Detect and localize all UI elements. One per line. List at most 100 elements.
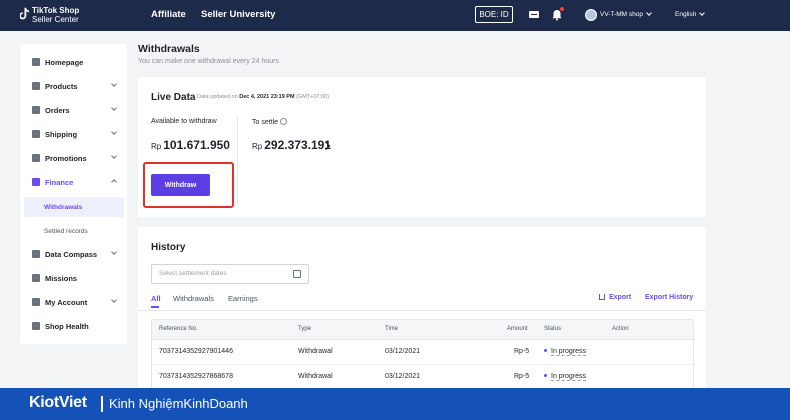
- tiktok-shop-logo[interactable]: TikTok Shop Seller Center: [20, 6, 79, 24]
- live-data-title: Live Data: [151, 92, 196, 103]
- tab-all[interactable]: All: [151, 294, 161, 303]
- available-to-withdraw-label: Available to withdraw: [151, 118, 217, 125]
- megaphone-icon: [32, 154, 40, 162]
- chevron-up-icon: [111, 179, 117, 185]
- sidebar-item-label: Missions: [45, 273, 78, 283]
- sidebar-subitem-settled-records[interactable]: Settled records: [24, 221, 124, 241]
- column-header-status: Status: [544, 326, 562, 332]
- available-amount-value: 101.671.950: [163, 138, 230, 152]
- sidebar-item-homepage[interactable]: Homepage: [20, 51, 127, 73]
- sidebar-item-label: My Account: [45, 297, 88, 307]
- avatar[interactable]: [585, 9, 597, 21]
- chevron-down-icon: [111, 81, 117, 87]
- status-dot: [544, 349, 547, 352]
- language-dropdown[interactable]: English: [675, 10, 706, 18]
- to-settle-label: To settle: [252, 118, 288, 126]
- sidebar-item-promotions[interactable]: Promotions: [20, 147, 127, 169]
- logo-subtitle: Seller Center: [32, 15, 79, 24]
- date-placeholder: Select settlement dates: [159, 270, 227, 277]
- cell-amount: Rp-5: [514, 348, 530, 355]
- sidebar-item-finance[interactable]: Finance: [20, 171, 127, 193]
- products-icon: [32, 82, 40, 90]
- updated-date: Dec 4, 2021 23:19 PM: [239, 94, 295, 100]
- orders-icon: [32, 106, 40, 114]
- page-subtitle: You can make one withdrawal every 24 hou…: [138, 58, 279, 65]
- cell-reference: 7037314352927868678: [159, 373, 233, 380]
- language-label: English: [675, 11, 697, 18]
- tiktok-icon: [20, 7, 29, 20]
- nav-seller-university[interactable]: Seller University: [201, 9, 275, 20]
- currency-label: Rp: [151, 142, 162, 151]
- sidebar-item-label: Shipping: [45, 129, 78, 139]
- sidebar-item-missions[interactable]: Missions: [20, 267, 127, 289]
- to-settle-text: To settle: [252, 119, 279, 126]
- chevron-down-icon: [111, 297, 117, 303]
- sidebar-item-shipping[interactable]: Shipping: [20, 123, 127, 145]
- cell-time: 03/12/2021: [385, 348, 421, 355]
- export-icon: [599, 294, 605, 300]
- chat-icon[interactable]: [528, 9, 540, 21]
- export-history-link[interactable]: Export History: [645, 294, 693, 301]
- info-icon[interactable]: [280, 118, 288, 125]
- cell-time: 03/12/2021: [385, 373, 421, 380]
- sidebar-item-label: Shop Health: [45, 321, 89, 331]
- column-header-reference: Reference No.: [159, 326, 198, 332]
- sidebar-item-my-account[interactable]: My Account: [20, 291, 127, 313]
- settlement-date-picker[interactable]: Select settlement dates: [151, 264, 309, 284]
- column-header-amount: Amount: [507, 326, 528, 332]
- tab-withdrawals[interactable]: Withdrawals: [173, 294, 214, 303]
- sidebar: Homepage Products Orders Shipping Promot…: [20, 44, 127, 344]
- chevron-down-icon: [699, 10, 706, 16]
- sidebar-item-label: Promotions: [45, 153, 87, 163]
- updated-timezone: (GMT+07:00): [296, 94, 329, 100]
- export-label: Export: [609, 294, 632, 301]
- watermark-brand: KiotViet: [29, 394, 87, 411]
- export-button[interactable]: Export: [599, 294, 631, 301]
- sidebar-item-products[interactable]: Products: [20, 75, 127, 97]
- chart-icon: [32, 250, 40, 258]
- cell-amount: Rp-5: [514, 373, 530, 380]
- table-header: Reference No. Type Time Amount Status Ac…: [152, 320, 693, 340]
- status-label: In progress: [551, 373, 587, 381]
- shield-icon: [32, 322, 40, 330]
- column-header-time: Time: [385, 326, 399, 332]
- shop-name: VV-T-MM shop: [600, 11, 643, 18]
- cell-type: Withdrawal: [298, 373, 333, 380]
- chevron-down-icon: [111, 153, 117, 159]
- column-header-action: Action: [612, 326, 629, 332]
- sidebar-item-label: Finance: [45, 177, 74, 187]
- cell-type: Withdrawal: [298, 348, 333, 355]
- sidebar-item-shop-health[interactable]: Shop Health: [20, 315, 127, 337]
- available-amount: Rp 101.671.950: [151, 138, 230, 152]
- finance-icon: [32, 178, 40, 186]
- divider: [138, 310, 706, 311]
- watermark-banner: KiotViet Kinh NghiệmKinhDoanh: [0, 388, 790, 420]
- status-dot: [544, 374, 547, 377]
- chevron-down-icon: [111, 105, 117, 111]
- active-tab-indicator: [151, 306, 159, 308]
- tab-earnings[interactable]: Earnings: [228, 294, 258, 303]
- sidebar-subitem-withdrawals[interactable]: Withdrawals: [24, 197, 124, 217]
- top-bar: TikTok Shop Seller Center Affiliate Sell…: [0, 0, 790, 31]
- sidebar-item-label: Data Compass: [45, 249, 98, 259]
- table-row[interactable]: 7037314352927868678 Withdrawal 03/12/202…: [152, 365, 693, 390]
- to-settle-amount: Rp 292.373.191: [252, 138, 331, 152]
- home-icon: [32, 58, 40, 66]
- highlight-box: [143, 162, 234, 208]
- cell-status[interactable]: In progress: [544, 373, 587, 381]
- chevron-down-icon: [646, 10, 652, 16]
- status-label: In progress: [551, 348, 587, 356]
- cell-status[interactable]: In progress: [544, 348, 587, 356]
- data-updated-text: Data updated on Dec 4, 2021 23:19 PM (GM…: [197, 94, 329, 100]
- chevron-down-icon: [111, 249, 117, 255]
- cell-reference: 7037314352927901446: [159, 348, 233, 355]
- sidebar-item-data-compass[interactable]: Data Compass: [20, 243, 127, 265]
- shop-name-dropdown[interactable]: VV-T-MM shop: [600, 10, 652, 18]
- sidebar-item-label: Homepage: [45, 57, 84, 67]
- history-title: History: [151, 242, 186, 253]
- boe-badge[interactable]: BOE: ID: [475, 6, 513, 23]
- sidebar-item-orders[interactable]: Orders: [20, 99, 127, 121]
- calendar-icon: [293, 270, 301, 278]
- nav-affiliate[interactable]: Affiliate: [151, 9, 186, 20]
- table-row[interactable]: 7037314352927901446 Withdrawal 03/12/202…: [152, 340, 693, 365]
